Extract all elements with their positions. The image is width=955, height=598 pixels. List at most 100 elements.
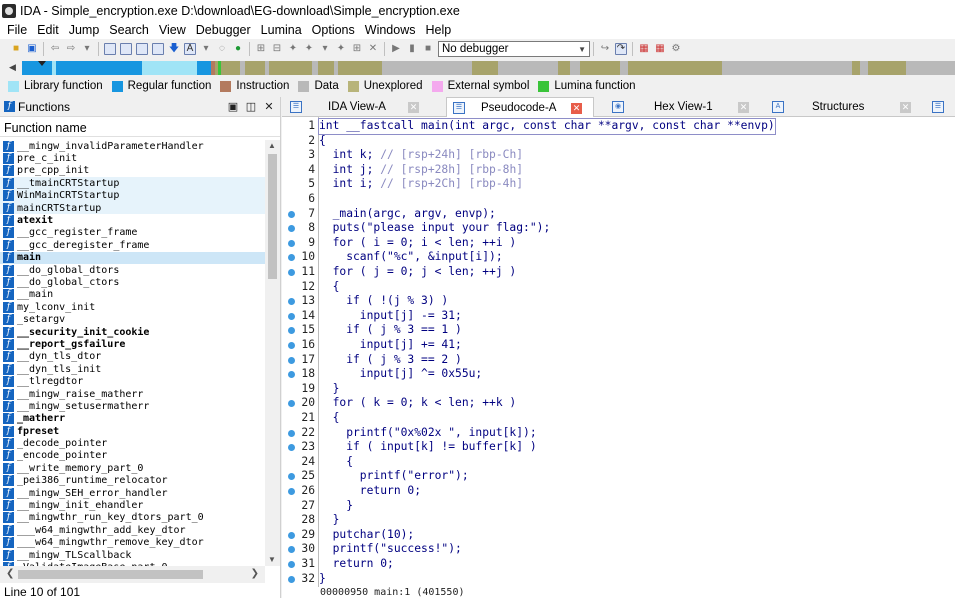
tab-overflow[interactable]: ☰: [932, 97, 952, 117]
breakpoint-dot-icon[interactable]: [288, 210, 295, 218]
menu-debugger[interactable]: Debugger: [191, 23, 256, 37]
scroll-right-icon[interactable]: ❯: [251, 568, 259, 579]
flow-chart-icon[interactable]: ⊟: [271, 43, 283, 55]
function-row[interactable]: f __mingwthr_run_key_dtors_part_0: [0, 512, 265, 524]
function-row[interactable]: f __report_gsfailure: [0, 338, 265, 350]
close-tab-icon[interactable]: ✕: [408, 101, 419, 113]
function-row[interactable]: f _setargv: [0, 313, 265, 326]
code-line[interactable]: 8 puts("please input your flag:");: [282, 221, 955, 236]
menu-lumina[interactable]: Lumina: [256, 23, 307, 37]
code-line[interactable]: 3 int k; // [rsp+24h] [rbp-Ch]: [282, 148, 955, 163]
code-line[interactable]: 29 putchar(10);: [282, 528, 955, 543]
function-row[interactable]: f __mingw_raise_matherr: [0, 388, 265, 400]
menu-help[interactable]: Help: [420, 23, 456, 37]
function-row[interactable]: f __mingw_TLScallback: [0, 549, 265, 561]
code-text[interactable]: }: [319, 382, 340, 397]
code-line[interactable]: 10 scanf("%c", &input[i]);: [282, 250, 955, 265]
search-immediate-icon[interactable]: [136, 43, 148, 55]
code-line[interactable]: 2{: [282, 134, 955, 149]
code-text[interactable]: int i; // [rsp+2Ch] [rbp-4h]: [319, 177, 523, 192]
nav-left-arrow-icon[interactable]: ◀: [9, 62, 16, 73]
graph-icon[interactable]: ⊞: [255, 43, 267, 55]
code-text[interactable]: {: [319, 280, 340, 295]
code-line[interactable]: 25 printf("error");: [282, 469, 955, 484]
code-line[interactable]: 9 for ( i = 0; i < len; ++i ): [282, 236, 955, 251]
code-line[interactable]: 26 return 0;: [282, 484, 955, 499]
code-text[interactable]: printf("success!");: [319, 542, 462, 557]
function-row[interactable]: f mainCRTStartup: [0, 201, 265, 215]
function-row[interactable]: f __security_init_cookie: [0, 326, 265, 338]
function-row[interactable]: f __tlregdtor: [0, 375, 265, 388]
code-text[interactable]: return 0;: [319, 557, 394, 572]
function-row[interactable]: f __mingw_invalidParameterHandler: [0, 140, 265, 152]
code-line[interactable]: 5 int i; // [rsp+2Ch] [rbp-4h]: [282, 177, 955, 192]
function-row[interactable]: f _decode_pointer: [0, 437, 265, 450]
xrefs-icon[interactable]: ✦: [287, 43, 299, 55]
function-row[interactable]: f _matherr: [0, 413, 265, 425]
breakpoint-dot-icon[interactable]: [288, 342, 295, 349]
breakpoint-dot-icon[interactable]: [288, 444, 295, 452]
code-text[interactable]: int __fastcall main(int argc, const char…: [318, 118, 776, 135]
code-text[interactable]: {: [319, 411, 340, 426]
breakpoint-dot-icon[interactable]: [288, 225, 295, 233]
scroll-up-icon[interactable]: ▲: [268, 141, 276, 150]
function-row[interactable]: f __mingw_setusermatherr: [0, 400, 265, 412]
code-text[interactable]: int k; // [rsp+24h] [rbp-Ch]: [319, 148, 523, 163]
jump-down-icon[interactable]: 🡇: [168, 43, 180, 55]
code-line[interactable]: 17 if ( j % 3 == 2 ): [282, 353, 955, 368]
graph-dropdown-icon[interactable]: ▾: [319, 43, 331, 55]
function-row[interactable]: f __write_memory_part_0: [0, 462, 265, 474]
code-line[interactable]: 12 {: [282, 280, 955, 295]
scroll-thumb[interactable]: [18, 570, 203, 579]
code-text[interactable]: for ( k = 0; k < len; ++k ): [319, 396, 517, 411]
function-name-column-header[interactable]: Function name: [0, 117, 280, 137]
code-line[interactable]: 22 printf("0x%02x ", input[k]);: [282, 426, 955, 441]
navigation-band[interactable]: ◀: [0, 59, 955, 77]
code-line[interactable]: 31 return 0;: [282, 557, 955, 572]
code-text[interactable]: input[j] -= 31;: [319, 309, 462, 324]
function-row[interactable]: f __dyn_tls_dtor: [0, 351, 265, 363]
nav-dropdown-icon[interactable]: ▾: [81, 43, 93, 55]
code-text[interactable]: for ( i = 0; i < len; ++i ): [319, 236, 517, 251]
menu-search[interactable]: Search: [104, 23, 154, 37]
function-row[interactable]: f _pei386_runtime_relocator: [0, 475, 265, 487]
tab-ida-view-a[interactable]: ☰ IDA View-A ✕: [290, 97, 432, 117]
menu-options[interactable]: Options: [307, 23, 360, 37]
function-row[interactable]: f my_lconv_init: [0, 301, 265, 313]
breakpoint-dot-icon[interactable]: [288, 561, 295, 568]
code-line[interactable]: 4 int j; // [rsp+28h] [rbp-8h]: [282, 163, 955, 178]
code-text[interactable]: {: [319, 134, 326, 149]
code-text[interactable]: _main(argc, argv, envp);: [319, 207, 496, 222]
breakpoint-dot-icon[interactable]: [288, 429, 295, 437]
code-text[interactable]: printf("0x%02x ", input[k]);: [319, 426, 536, 441]
breakpoint-dot-icon[interactable]: [288, 400, 295, 408]
make-unexplored-icon[interactable]: ◌: [216, 43, 228, 55]
float-window-icon[interactable]: ◫: [244, 100, 258, 113]
code-text[interactable]: }: [319, 513, 340, 528]
function-row[interactable]: f __do_global_ctors: [0, 276, 265, 288]
code-text[interactable]: return 0;: [319, 484, 421, 499]
code-text[interactable]: scanf("%c", &input[i]);: [319, 250, 502, 265]
code-text[interactable]: input[j] += 41;: [319, 338, 462, 353]
function-row[interactable]: f __mingw_SEH_error_handler: [0, 487, 265, 499]
breakpoint-dot-icon[interactable]: [288, 575, 295, 583]
code-text[interactable]: if ( j % 3 == 1 ): [319, 323, 462, 338]
back-arrow-icon[interactable]: ⇦: [49, 43, 61, 55]
breakpoint-dot-icon[interactable]: [288, 239, 295, 247]
navigation-strip[interactable]: [22, 61, 955, 75]
function-row[interactable]: f pre_cpp_init: [0, 165, 265, 177]
menu-jump[interactable]: Jump: [64, 23, 105, 37]
restore-window-icon[interactable]: ▣: [226, 100, 240, 113]
function-row[interactable]: f __tmainCRTStartup: [0, 177, 265, 190]
breakpoint-dot-icon[interactable]: [288, 531, 295, 539]
code-line[interactable]: 18 input[j] ^= 0x55u;: [282, 367, 955, 382]
code-text[interactable]: int j; // [rsp+28h] [rbp-8h]: [319, 163, 523, 178]
function-row[interactable]: f ___w64_mingwthr_add_key_dtor: [0, 524, 265, 536]
tab-structures[interactable]: A Structures ✕: [772, 97, 912, 117]
breakpoint-dot-icon[interactable]: [288, 371, 295, 379]
code-line[interactable]: 27 }: [282, 499, 955, 514]
scroll-thumb[interactable]: [268, 154, 277, 279]
add-bookmark-icon[interactable]: ⊞: [351, 43, 363, 55]
save-icon[interactable]: ▣: [26, 43, 38, 55]
forward-arrow-icon[interactable]: ⇨: [65, 43, 77, 55]
